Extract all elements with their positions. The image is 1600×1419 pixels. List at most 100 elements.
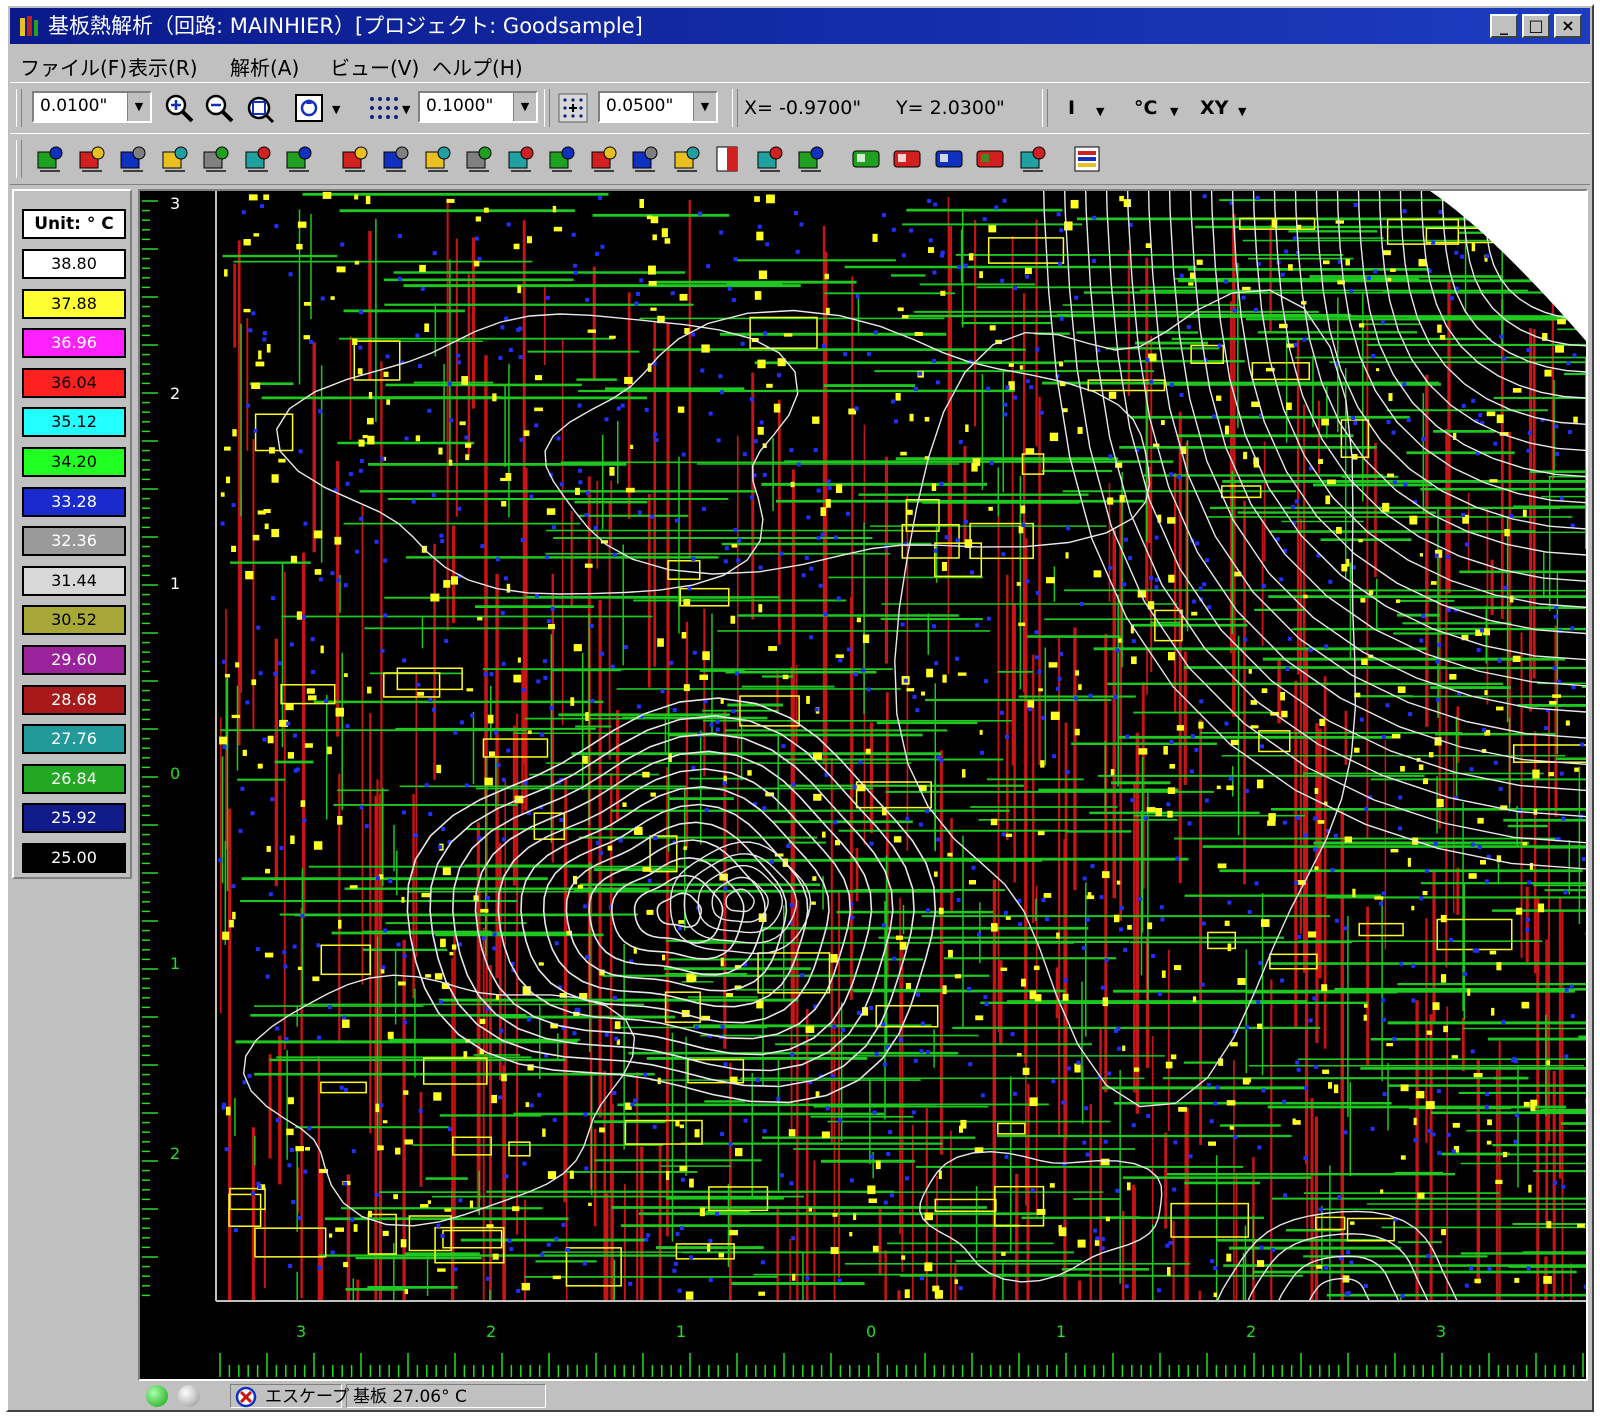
grid-step-combo[interactable]: 0.1000" ▼ xyxy=(418,91,538,123)
red-display-icon[interactable] xyxy=(890,142,924,176)
layers-icon[interactable] xyxy=(337,142,371,176)
select-icon[interactable] xyxy=(793,142,827,176)
horizontal-ruler-label: 0 xyxy=(866,1322,876,1341)
chevron-down-icon[interactable]: ▼ xyxy=(402,103,410,116)
toolbar-grip[interactable] xyxy=(1042,89,1048,127)
zoom-fit-icon[interactable] xyxy=(292,91,326,125)
zoom-in-icon[interactable] xyxy=(162,91,196,125)
menu-help[interactable]: ヘルプ(H) xyxy=(432,52,523,81)
close-button[interactable]: × xyxy=(1554,14,1582,38)
legend-level: 29.60 xyxy=(22,645,126,675)
legend-level: 32.36 xyxy=(22,526,126,557)
status-bar: エスケープ 基板 27.06° C xyxy=(138,1382,1588,1410)
zoom-out-icon[interactable] xyxy=(202,91,236,125)
place-icon[interactable] xyxy=(378,142,412,176)
toolbar-grip[interactable] xyxy=(732,89,738,127)
legend-level: 27.76 xyxy=(22,724,126,755)
board-canvas[interactable]: 3 2 1 0 1 2 3 2 1 0 1 2 3 xyxy=(138,189,1588,1381)
plane-button[interactable]: XY xyxy=(1200,91,1228,125)
vertical-ruler-label: 1 xyxy=(170,954,180,973)
leaf-icon[interactable] xyxy=(281,142,315,176)
legend-level: 37.88 xyxy=(22,288,126,319)
escape-icon xyxy=(235,1386,257,1408)
snap-step-combo[interactable]: 0.0500" ▼ xyxy=(598,91,718,123)
zoom-step-value: 0.0100" xyxy=(40,96,108,116)
heatsink-icon[interactable] xyxy=(157,142,191,176)
move-icon[interactable] xyxy=(503,142,537,176)
thermometer-icon[interactable] xyxy=(115,142,149,176)
pcb-thermal-view[interactable]: 3 2 1 0 1 2 3 2 1 0 1 2 3 xyxy=(140,191,1586,1379)
snap-grid-icon[interactable] xyxy=(556,91,590,125)
green-display-icon[interactable] xyxy=(849,142,883,176)
report-icon[interactable] xyxy=(586,142,620,176)
menu-file[interactable]: ファイル(F) xyxy=(20,52,127,81)
chevron-down-icon[interactable]: ▼ xyxy=(1096,105,1104,118)
stack-icon[interactable] xyxy=(1070,142,1104,176)
status-idle-icon xyxy=(178,1385,200,1407)
palette-icon[interactable] xyxy=(198,142,232,176)
legend-level: 31.44 xyxy=(22,565,126,596)
legend-level: 25.00 xyxy=(22,843,126,873)
red-green-display-icon[interactable] xyxy=(973,142,1007,176)
zoom-window-icon[interactable] xyxy=(242,91,276,125)
menu-view[interactable]: ビュー(V) xyxy=(330,52,419,81)
horizontal-ruler-label: 2 xyxy=(486,1322,496,1341)
mirror-icon[interactable] xyxy=(627,142,661,176)
chevron-down-icon[interactable]: ▼ xyxy=(1170,105,1178,118)
pick-icon[interactable] xyxy=(544,142,578,176)
chevron-down-icon[interactable]: ▼ xyxy=(127,93,150,121)
temperature-legend: Unit: ° C 38.80 37.88 36.96 36.04 35.12 34.20… xyxy=(12,189,132,879)
snap-step-value: 0.0500" xyxy=(606,96,674,116)
grid-dots-icon[interactable] xyxy=(366,91,400,125)
vertical-ruler-label: 3 xyxy=(170,194,180,213)
select-group-icon[interactable] xyxy=(752,142,786,176)
chevron-down-icon[interactable]: ▼ xyxy=(1238,105,1246,118)
window-title: 基板熱解析（回路: MAINHIER）[プロジェクト: Goodsample] xyxy=(48,14,643,38)
legend-level: 25.92 xyxy=(22,803,126,834)
measure-icon[interactable] xyxy=(669,142,703,176)
vertical-ruler-label: 0 xyxy=(170,764,180,783)
vertical-ruler-label: 1 xyxy=(170,574,180,593)
escape-button[interactable]: エスケープ xyxy=(230,1384,349,1408)
board-temperature: 基板 27.06° C xyxy=(346,1384,546,1408)
main-toolbar: 0.0100" ▼ ▼ ▼ 0.1000" ▼ 0.0500" ▼ X= -0.… xyxy=(10,82,1590,134)
zoom-step-combo[interactable]: 0.0100" ▼ xyxy=(32,91,152,123)
target-icon[interactable] xyxy=(420,142,454,176)
grid-step-value: 0.1000" xyxy=(426,96,494,116)
length-unit-button[interactable]: I xyxy=(1068,91,1075,125)
maximize-button[interactable]: □ xyxy=(1522,14,1550,38)
minimize-button[interactable]: _ xyxy=(1490,14,1518,38)
menu-bar: ファイル(F) 表示(R) 解析(A) ビュー(V) ヘルプ(H) xyxy=(10,46,1590,82)
legend-level: 28.68 xyxy=(22,684,126,715)
escape-label: エスケープ xyxy=(265,1387,349,1407)
legend-level: 26.84 xyxy=(22,763,126,794)
legend-level: 36.96 xyxy=(22,328,126,359)
legend-unit: Unit: ° C xyxy=(22,209,126,239)
legend-level: 33.28 xyxy=(22,486,126,517)
vertical-ruler-label: 2 xyxy=(170,1144,180,1163)
menu-view-display[interactable]: 表示(R) xyxy=(128,52,198,81)
chevron-down-icon[interactable]: ▼ xyxy=(332,103,340,116)
fan-icon[interactable] xyxy=(240,142,274,176)
toolbar-grip[interactable] xyxy=(16,89,22,127)
component-icon[interactable] xyxy=(32,142,66,176)
temperature-unit-button[interactable]: °C xyxy=(1134,91,1157,125)
legend-level: 34.20 xyxy=(22,447,126,477)
snapshot-icon[interactable] xyxy=(1015,142,1049,176)
chevron-down-icon[interactable]: ▼ xyxy=(693,93,716,121)
tools-toolbar xyxy=(10,133,1590,185)
legend-level: 30.52 xyxy=(22,605,126,636)
toolbar-grip[interactable] xyxy=(544,89,550,127)
menu-analysis[interactable]: 解析(A) xyxy=(230,52,299,81)
mixed-display-icon[interactable] xyxy=(932,142,966,176)
board-icon[interactable] xyxy=(74,142,108,176)
title-bar[interactable]: 基板熱解析（回路: MAINHIER）[プロジェクト: Goodsample] … xyxy=(10,8,1590,44)
toolbar-grip[interactable] xyxy=(16,140,22,178)
contrast-icon[interactable] xyxy=(710,142,744,176)
y-coordinate: Y= 2.0300" xyxy=(896,97,1005,119)
chevron-down-icon[interactable]: ▼ xyxy=(513,93,536,121)
vertical-ruler-label: 2 xyxy=(170,384,180,403)
grid-icon[interactable] xyxy=(461,142,495,176)
legend-level: 36.04 xyxy=(22,367,126,398)
legend-level: 35.12 xyxy=(22,407,126,438)
